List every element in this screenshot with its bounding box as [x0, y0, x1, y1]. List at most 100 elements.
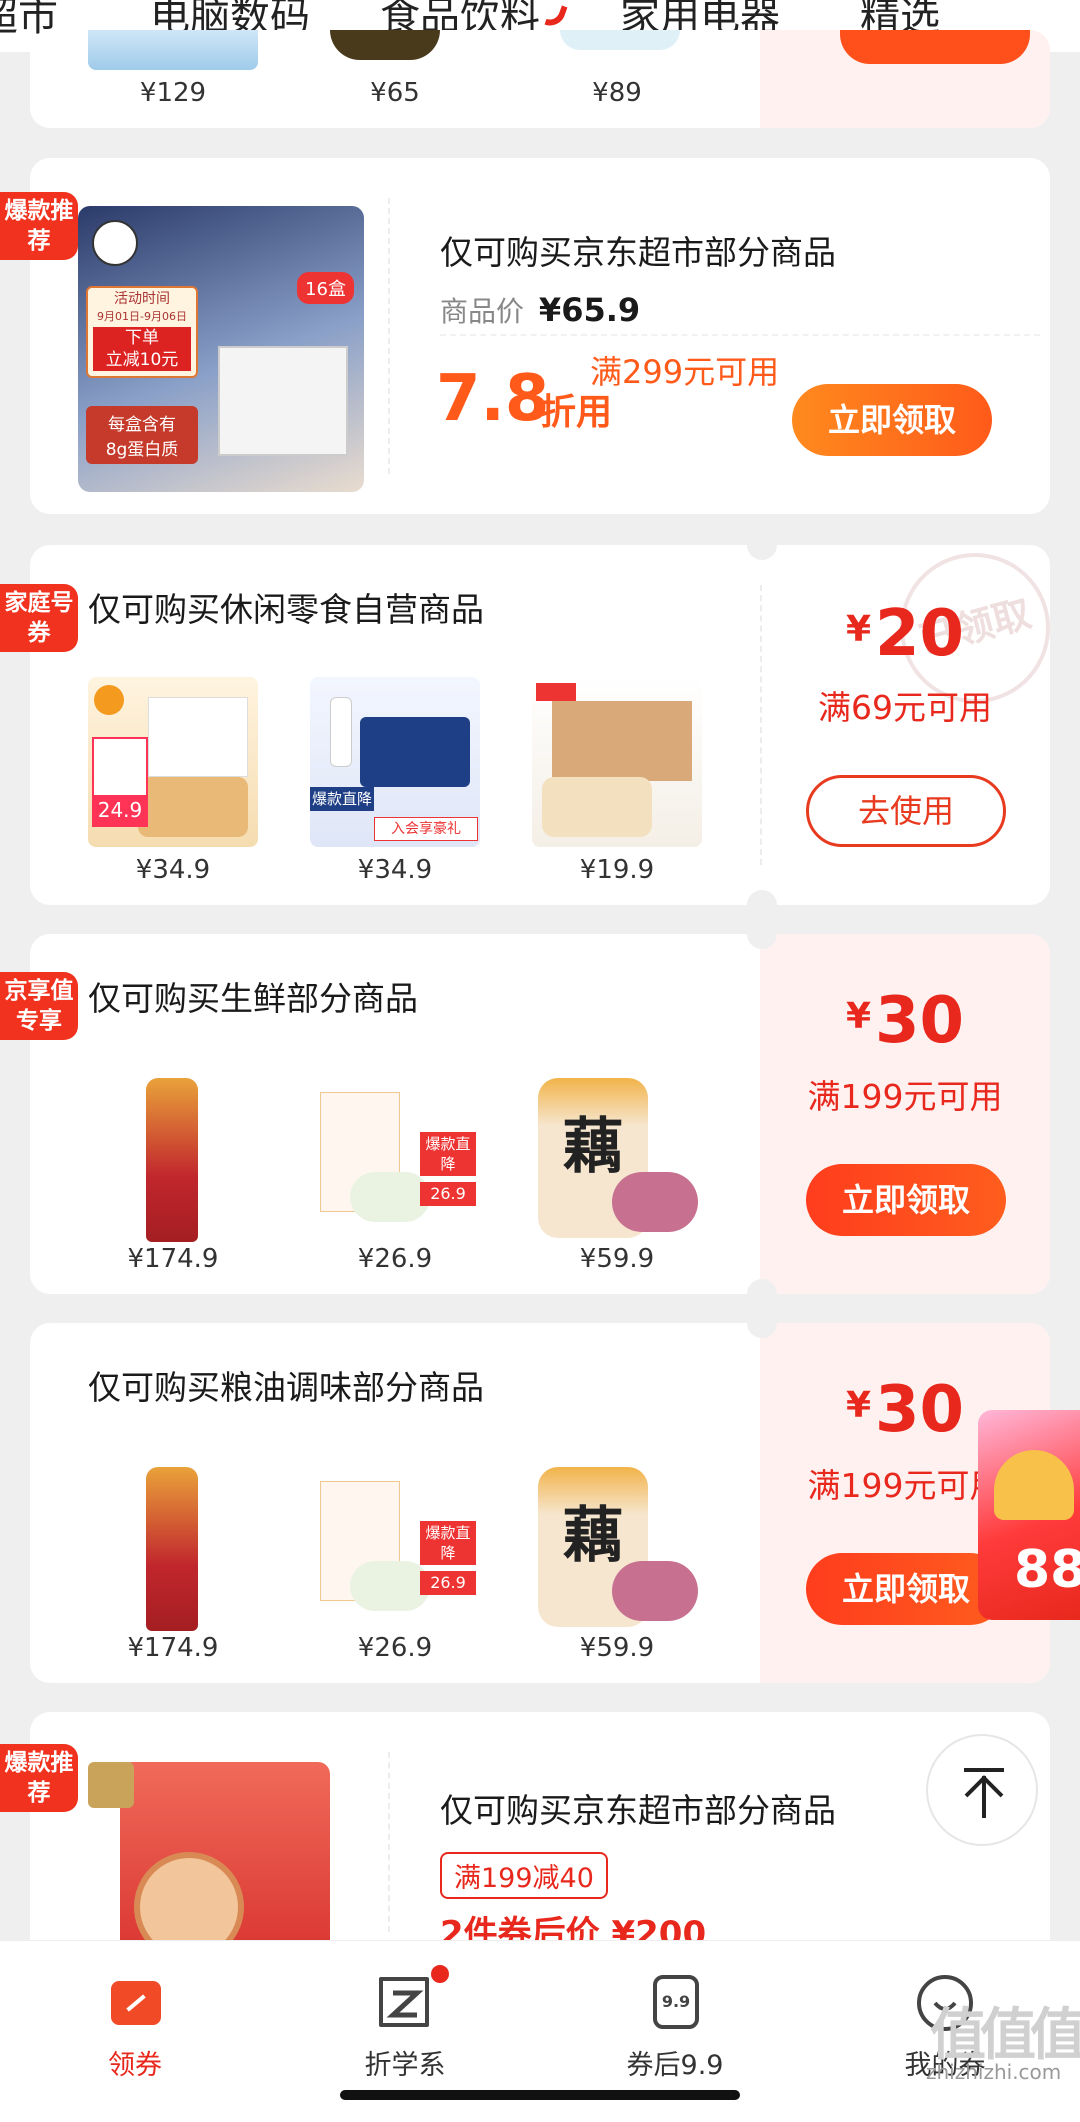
- product-badge: 26.9: [420, 1571, 476, 1595]
- card-notch: [747, 890, 777, 920]
- home-indicator: [340, 2090, 740, 2100]
- claim-button[interactable]: 立即领取: [792, 384, 992, 456]
- product-image[interactable]: [532, 677, 702, 847]
- back-to-top-button[interactable]: [926, 1734, 1038, 1846]
- z-icon: [373, 1965, 449, 2035]
- discount-number: 7.8: [436, 362, 550, 436]
- family-coupon-tag: 家庭号券: [0, 584, 78, 652]
- coupon-card-partial: ¥129 ¥65 ¥89: [30, 30, 1050, 128]
- coupon-card: 16盒 活动时间 9月01日-9月06日 下单 立减10元 每盒含有 8g蛋白质…: [30, 158, 1050, 514]
- product-box: [148, 697, 248, 777]
- product-image[interactable]: [88, 30, 258, 70]
- discount-value: 7.8: [436, 362, 549, 436]
- price-badge-text: 24.9: [94, 795, 146, 825]
- currency-symbol: ¥: [845, 609, 871, 650]
- product-bottle: [330, 697, 352, 767]
- promo-text: 8g蛋白质: [105, 440, 179, 460]
- card-notch: [747, 530, 777, 560]
- use-button[interactable]: 去使用: [806, 775, 1006, 847]
- product-price: ¥174.9: [127, 1633, 219, 1663]
- divider: [440, 334, 1040, 336]
- product-image[interactable]: [560, 30, 680, 50]
- product-price: ¥19.9: [579, 855, 655, 885]
- nav-label: 券后9.9: [626, 2050, 724, 2081]
- product-image[interactable]: [88, 1461, 258, 1631]
- product-image[interactable]: 藕: [532, 1461, 702, 1631]
- nav-label: 折学系: [364, 2050, 446, 2081]
- coupon-card: 仅可购买生鲜部分商品 爆款直降 26.9 藕 ¥174.9 ¥26.9 ¥59.…: [30, 934, 1050, 1294]
- hot-recommend-tag: 爆款推荐: [0, 192, 78, 260]
- arrow-up-icon: [964, 1768, 1004, 1818]
- product-image[interactable]: 爆款直降 26.9: [310, 1072, 480, 1242]
- coupon-card: 仅可购买京东超市部分商品 满199减40 2件券后价 ¥200: [30, 1712, 1050, 1972]
- product-bowl: [350, 1172, 430, 1222]
- coupon-icon: [103, 1971, 167, 2035]
- red-packet-amount: 88: [1014, 1540, 1080, 1600]
- card-divider: [760, 585, 762, 865]
- product-price: ¥129: [139, 78, 207, 108]
- brand-logo-icon: [94, 685, 124, 715]
- watermark: zhizhizhi.com: [926, 2060, 1062, 2084]
- nav-label: 领券: [108, 2050, 162, 2081]
- floating-red-packet[interactable]: 88: [978, 1410, 1080, 1620]
- product-price: ¥174.9: [127, 1244, 219, 1274]
- nav-item-coupons[interactable]: 领券: [55, 1971, 215, 2082]
- card-divider: [388, 1752, 390, 1932]
- coupon-amount: ¥20: [765, 597, 1045, 671]
- red-packet-icon: [994, 1450, 1074, 1520]
- product-image[interactable]: [330, 30, 440, 60]
- product-price: ¥89: [592, 78, 642, 108]
- coupon-amount-number: 20: [875, 597, 965, 671]
- claim-button[interactable]: 立即领取: [806, 1164, 1006, 1236]
- promo-text: 每盒含有: [108, 415, 176, 435]
- product-price: ¥34.9: [135, 855, 211, 885]
- product-box: [360, 717, 470, 787]
- brand-logo-icon: [92, 220, 138, 266]
- coupon-title: 仅可购买京东超市部分商品: [440, 1791, 836, 1830]
- product-image[interactable]: 24.9: [88, 677, 258, 847]
- product-price: ¥59.9: [579, 1244, 655, 1274]
- claim-button[interactable]: 立即领取: [806, 1553, 1006, 1625]
- coupon-condition: 满199元可用: [807, 1077, 1003, 1116]
- product-box: [218, 346, 348, 456]
- oil-bottle: [146, 1467, 198, 1631]
- promo-panel: 每盒含有 8g蛋白质: [86, 406, 198, 464]
- discount-threshold: 满299元可用: [590, 353, 780, 391]
- brand-logo-icon: [536, 683, 576, 701]
- product-box: [552, 701, 692, 781]
- product-badge: 26.9: [420, 1182, 476, 1206]
- promo-text: 下单: [93, 327, 191, 349]
- product-image[interactable]: 爆款直降 入会享豪礼: [310, 677, 480, 847]
- product-bowl: [350, 1561, 430, 1611]
- box-count-badge: 16盒: [297, 272, 354, 304]
- coupon-amount: ¥30: [765, 984, 1045, 1058]
- promo-panel: 活动时间 9月01日-9月06日 下单 立减10元: [86, 286, 198, 378]
- coupon-title: 仅可购买京东超市部分商品: [440, 233, 836, 272]
- product-jar-text: 藕: [563, 1112, 623, 1182]
- coupon-card: 仅可购买粮油调味部分商品 爆款直降 26.9 藕 ¥174.9 ¥26.9 ¥5…: [30, 1323, 1050, 1683]
- product-badge: 入会享豪礼: [374, 817, 478, 841]
- discount-unit: 折用: [540, 392, 613, 433]
- card-notch: [747, 919, 777, 949]
- product-image[interactable]: [88, 1072, 258, 1242]
- card-divider: [388, 198, 390, 474]
- product-price: ¥59.9: [579, 1633, 655, 1663]
- card-notch: [747, 1279, 777, 1309]
- product-price: ¥26.9: [357, 1244, 433, 1274]
- product-badge: 爆款直降: [420, 1521, 476, 1565]
- promo-text: 活动时间: [114, 291, 170, 307]
- product-bread: [138, 777, 248, 837]
- currency-symbol: ¥: [845, 996, 871, 1037]
- product-image[interactable]: 爆款直降 26.9: [310, 1461, 480, 1631]
- product-image[interactable]: 藕: [532, 1072, 702, 1242]
- coupon-amount-number: 30: [875, 984, 965, 1058]
- product-price: ¥65: [370, 78, 420, 108]
- price-label: 商品价: [440, 295, 525, 328]
- product-image[interactable]: 16盒 活动时间 9月01日-9月06日 下单 立减10元 每盒含有 8g蛋白质: [78, 206, 364, 492]
- claim-button[interactable]: [840, 30, 1030, 64]
- nav-item-after-coupon-99[interactable]: 9.9 券后9.9: [595, 1971, 755, 2082]
- nav-item-zhexuexi[interactable]: 折学系: [325, 1965, 485, 2082]
- watermark-logo: 值值值: [930, 2003, 1080, 2068]
- notification-dot: [431, 1965, 449, 1983]
- ticket-99-icon-text: 9.9: [653, 1975, 699, 2029]
